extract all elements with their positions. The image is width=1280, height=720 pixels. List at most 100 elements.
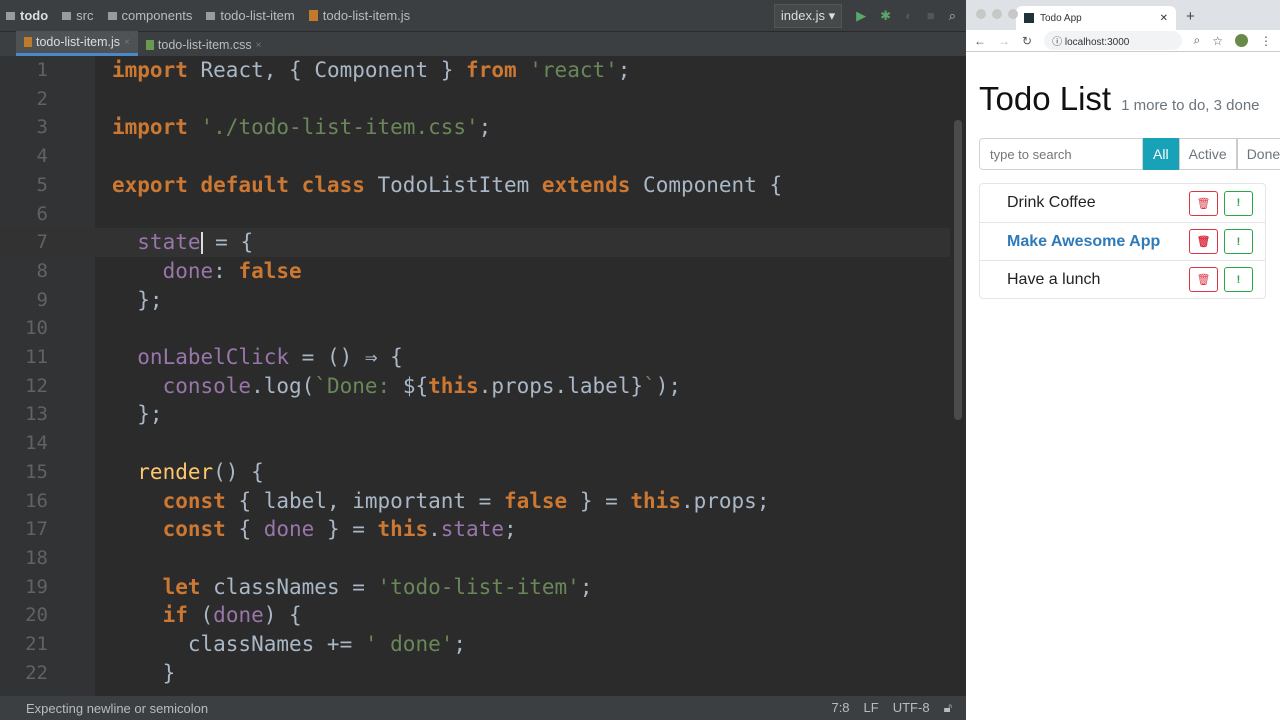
menu-icon[interactable]: ⋮ <box>1260 34 1272 48</box>
forward-icon[interactable]: → <box>998 34 1010 48</box>
important-button[interactable]: ! <box>1224 267 1253 292</box>
code-text: done: false <box>112 257 302 286</box>
maximize-window-icon[interactable] <box>1008 9 1018 19</box>
code-line[interactable]: 10 <box>0 314 950 343</box>
editor-scrollbar[interactable] <box>954 120 962 420</box>
cursor-position[interactable]: 7:8 <box>831 700 849 716</box>
code-token: extends <box>541 172 644 197</box>
reload-icon[interactable]: ↻ <box>1022 34 1032 48</box>
folder-icon <box>6 11 15 20</box>
browser-window: Todo App ✕ + ← → ↻ ⓘ localhost:3000 ⌕ ☆ ⋮… <box>966 0 1280 720</box>
breadcrumb-components[interactable]: components <box>107 8 192 23</box>
zoom-icon[interactable]: ⌕ <box>1194 33 1201 48</box>
todo-label[interactable]: Make Awesome App <box>1007 233 1160 251</box>
code-line[interactable]: 15 render() { <box>0 458 950 487</box>
browser-tab[interactable]: Todo App ✕ <box>1016 6 1176 30</box>
code-line[interactable]: 14 <box>0 429 950 458</box>
code-token: = () ⇒ { <box>289 345 403 369</box>
todo-label[interactable]: Drink Coffee <box>1007 194 1096 212</box>
code-line[interactable]: 9 }; <box>0 286 950 315</box>
line-number: 18 <box>25 546 48 569</box>
code-token: done <box>213 603 264 628</box>
code-line[interactable]: 13 }; <box>0 400 950 429</box>
code-token: () { <box>213 459 264 484</box>
new-tab-icon[interactable]: + <box>1186 8 1195 25</box>
run-icon[interactable]: ▶ <box>856 8 866 24</box>
search-input[interactable] <box>979 138 1143 170</box>
code-line[interactable]: 6 <box>0 200 950 229</box>
close-window-icon[interactable] <box>976 9 986 19</box>
folder-icon <box>62 11 72 20</box>
code-line[interactable]: 19 let classNames = 'todo-list-item'; <box>0 573 950 602</box>
code-line[interactable]: 16 const { label, important = false } = … <box>0 487 950 516</box>
important-button[interactable]: ! <box>1224 190 1253 216</box>
code-line[interactable]: 4 <box>0 142 950 171</box>
todo-label[interactable]: Have a lunch <box>1007 271 1100 289</box>
filter-done-button[interactable]: Done <box>1236 138 1280 170</box>
breadcrumb-src[interactable]: src <box>62 8 94 23</box>
code-line[interactable]: 17 const { done } = this.state; <box>0 515 950 544</box>
code-text: onLabelClick = () ⇒ { <box>112 343 403 372</box>
code-line[interactable]: 22 } <box>0 659 950 688</box>
address-bar[interactable]: ⓘ localhost:3000 <box>1044 31 1182 50</box>
css-file-icon <box>145 40 154 50</box>
code-token: ; <box>617 58 631 82</box>
close-icon[interactable]: × <box>124 37 130 48</box>
code-token: onLabelClick <box>112 345 290 369</box>
bookmark-star-icon[interactable]: ☆ <box>1212 34 1223 48</box>
code-token: = { <box>202 230 254 255</box>
tab-todo-list-item-js[interactable]: todo-list-item.js × <box>16 31 138 56</box>
code-line[interactable]: 12 console.log(`Done: ${this.props.label… <box>0 372 950 401</box>
breadcrumb-todo-list-item[interactable]: todo-list-item <box>206 8 295 23</box>
lock-icon[interactable]: 🔓︎ <box>944 700 952 716</box>
search-icon[interactable]: ⌕ <box>949 8 956 24</box>
code-token: Component <box>314 58 429 82</box>
delete-button[interactable]: 🗑︎ <box>1189 190 1218 216</box>
code-line[interactable]: 7 state = { <box>0 228 950 258</box>
avatar[interactable] <box>1235 34 1248 47</box>
code-line[interactable]: 2 <box>0 85 950 114</box>
code-line[interactable]: 20 if (done) { <box>0 601 950 630</box>
line-separator[interactable]: LF <box>864 700 879 716</box>
close-icon[interactable]: × <box>256 40 262 51</box>
stop-icon[interactable]: ■ <box>927 8 935 23</box>
filter-all-button[interactable]: All <box>1143 138 1179 170</box>
coverage-icon[interactable]: ◐ <box>905 8 913 23</box>
code-token: } <box>428 58 467 82</box>
code-line[interactable]: 1 import React, { Component } from 'react… <box>0 56 950 85</box>
code-token: let <box>112 574 214 599</box>
code-token: if <box>112 603 201 628</box>
code-text: }; <box>112 286 162 315</box>
line-number: 13 <box>25 403 48 426</box>
code-editor[interactable]: 1 import React, { Component } from 'react… <box>0 56 966 696</box>
line-number: 8 <box>36 259 48 282</box>
run-config-label: index.js <box>780 7 825 23</box>
back-icon[interactable]: ← <box>974 34 986 48</box>
code-token: ) { <box>263 603 302 628</box>
todo-list: Drink Coffee 🗑︎! Make Awesome App 🗑︎! Have… <box>979 183 1266 299</box>
code-line[interactable]: 8 done: false <box>0 257 950 286</box>
code-token: ); <box>655 373 682 398</box>
code-token: . <box>428 517 441 542</box>
code-line[interactable]: 11 onLabelClick = () ⇒ { <box>0 343 950 372</box>
tab-todo-list-item-css[interactable]: todo-list-item.css × <box>138 34 270 56</box>
code-line[interactable]: 21 classNames += ' done'; <box>0 630 950 659</box>
code-token: ` <box>643 373 656 398</box>
code-line[interactable]: 18 <box>0 544 950 573</box>
folder-icon <box>206 11 216 20</box>
minimize-window-icon[interactable] <box>992 9 1002 19</box>
run-config-select[interactable]: index.js ▾ <box>773 3 843 28</box>
close-tab-icon[interactable]: ✕ <box>1160 13 1168 24</box>
breadcrumb-todo[interactable]: todo <box>6 8 48 23</box>
file-encoding[interactable]: UTF-8 <box>893 700 930 716</box>
debug-icon[interactable]: ✱ <box>880 8 891 24</box>
code-line[interactable]: 5 export default class TodoListItem exten… <box>0 171 950 200</box>
todo-list-item: Have a lunch 🗑︎! <box>980 260 1265 298</box>
breadcrumb-file[interactable]: todo-list-item.js <box>308 8 410 23</box>
code-token: export default class <box>112 172 378 197</box>
important-button[interactable]: ! <box>1224 229 1253 254</box>
delete-button[interactable]: 🗑︎ <box>1189 229 1218 254</box>
code-line[interactable]: 3 import './todo-list-item.css'; <box>0 113 950 142</box>
filter-active-button[interactable]: Active <box>1178 138 1237 170</box>
delete-button[interactable]: 🗑︎ <box>1189 267 1218 292</box>
